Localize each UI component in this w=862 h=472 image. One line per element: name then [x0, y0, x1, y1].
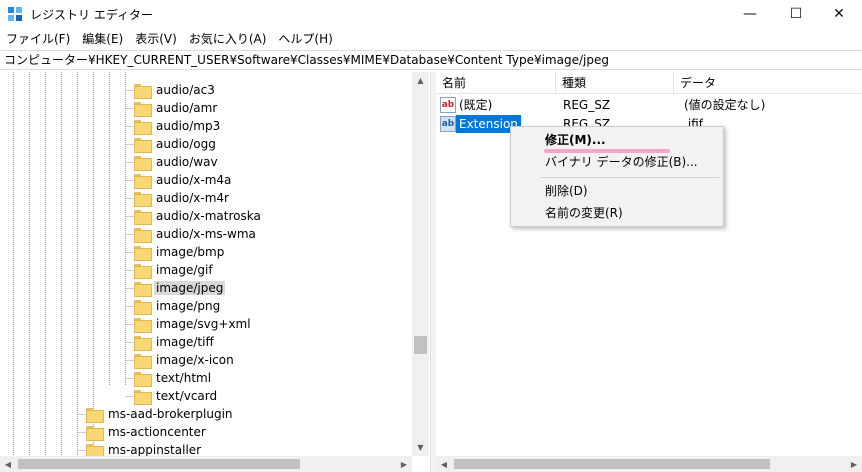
folder-icon [134, 245, 152, 261]
tree-node-image-x-icon[interactable]: image/x-icon [134, 351, 236, 369]
window-title: レジストリ エディター [30, 8, 153, 22]
context-menu-separator [541, 177, 719, 178]
folder-icon [134, 83, 152, 99]
close-icon: ✕ [833, 6, 845, 22]
value-name: (既定) [459, 98, 493, 112]
tree-node-audio-x-ms-wma[interactable]: audio/x-ms-wma [134, 225, 258, 243]
tree-horizontal-scrollbar[interactable]: ◀ ▶ [0, 456, 412, 472]
tree-node-image-png[interactable]: image/png [134, 297, 222, 315]
column-header-data[interactable]: データ [674, 72, 862, 94]
context-menu-modify[interactable]: 修正(M)... [511, 129, 723, 151]
scroll-left-icon[interactable]: ◀ [0, 456, 16, 472]
menu-file[interactable]: ファイル(F) [6, 30, 70, 47]
context-menu-modify-binary[interactable]: バイナリ データの修正(B)... [511, 151, 723, 173]
tree-node-image-jpeg[interactable]: image/jpeg [134, 279, 226, 297]
title-bar: レジストリ エディター — ☐ ✕ [0, 0, 862, 28]
folder-icon [134, 209, 152, 225]
context-menu: 修正(M)... バイナリ データの修正(B)... 削除(D) 名前の変更(R… [510, 126, 724, 227]
folder-icon [86, 425, 104, 441]
value-data: (値の設定なし) [684, 98, 766, 112]
tree-node-audio-mp3[interactable]: audio/mp3 [134, 117, 222, 135]
tree-vertical-scrollbar[interactable]: ▲ ▼ [412, 72, 429, 456]
value-type: REG_SZ [563, 98, 611, 112]
tree-node-image-bmp[interactable]: image/bmp [134, 243, 226, 261]
menu-edit[interactable]: 編集(E) [82, 30, 123, 47]
tree-node-ms-aad-brokerplugin[interactable]: ms-aad-brokerplugin [86, 405, 235, 423]
tree-node-audio-wav[interactable]: audio/wav [134, 153, 220, 171]
minimize-icon: — [743, 6, 757, 22]
scroll-up-icon[interactable]: ▲ [412, 72, 429, 89]
tree-node-audio-amr[interactable]: audio/amr [134, 99, 219, 117]
tree-node-audio-ac3[interactable]: audio/ac3 [134, 81, 217, 99]
close-button[interactable]: ✕ [816, 0, 862, 28]
folder-icon [134, 317, 152, 333]
annotation-underline [544, 149, 670, 153]
menu-bar: ファイル(F) 編集(E) 表示(V) お気に入り(A) ヘルプ(H) [0, 28, 862, 48]
list-header: 名前 種類 データ [436, 72, 862, 94]
tree-node-audio-ogg[interactable]: audio/ogg [134, 135, 218, 153]
scroll-right-icon[interactable]: ▶ [846, 456, 862, 472]
tree-node-audio-x-m4a[interactable]: audio/x-m4a [134, 171, 233, 189]
context-menu-delete[interactable]: 削除(D) [511, 180, 723, 202]
scroll-left-icon[interactable]: ◀ [436, 456, 452, 472]
address-bar[interactable]: コンピューター¥HKEY_CURRENT_USER¥Software¥Class… [0, 50, 862, 70]
list-horizontal-scroll-thumb[interactable] [454, 459, 770, 469]
string-value-icon: ab [440, 116, 456, 132]
minimize-button[interactable]: — [727, 0, 773, 28]
context-menu-rename[interactable]: 名前の変更(R) [511, 202, 723, 224]
list-horizontal-scrollbar[interactable]: ◀ ▶ [436, 456, 862, 472]
scroll-down-icon[interactable]: ▼ [412, 439, 429, 456]
registry-editor-icon [8, 7, 22, 21]
column-header-type[interactable]: 種類 [556, 72, 674, 94]
folder-icon [134, 263, 152, 279]
menu-favorites[interactable]: お気に入り(A) [189, 30, 267, 47]
menu-help[interactable]: ヘルプ(H) [278, 30, 332, 47]
folder-icon [134, 281, 152, 297]
tree-node-image-gif[interactable]: image/gif [134, 261, 215, 279]
folder-icon [134, 353, 152, 369]
folder-icon [134, 173, 152, 189]
folder-icon [134, 335, 152, 351]
column-header-name[interactable]: 名前 [436, 72, 556, 94]
folder-icon [134, 371, 152, 387]
folder-icon [86, 407, 104, 423]
tree-vertical-scroll-thumb[interactable] [414, 336, 427, 354]
folder-icon [134, 191, 152, 207]
folder-icon [134, 155, 152, 171]
tree-node-audio-x-m4r[interactable]: audio/x-m4r [134, 189, 231, 207]
tree-node-ms-actioncenter[interactable]: ms-actioncenter [86, 423, 208, 441]
folder-icon [134, 227, 152, 243]
tree-horizontal-scroll-thumb[interactable] [18, 459, 300, 469]
folder-icon [134, 389, 152, 405]
maximize-icon: ☐ [789, 6, 803, 22]
folder-icon [86, 443, 104, 459]
tree-node-text-html[interactable]: text/html [134, 369, 213, 387]
value-row-default[interactable]: ab (既定) REG_SZ (値の設定なし) [436, 96, 862, 114]
tree-node-image-tiff[interactable]: image/tiff [134, 333, 216, 351]
folder-icon [134, 119, 152, 135]
folder-icon [134, 101, 152, 117]
tree-node-text-vcard[interactable]: text/vcard [134, 387, 219, 405]
folder-icon [134, 299, 152, 315]
scroll-right-icon[interactable]: ▶ [396, 456, 412, 472]
maximize-button[interactable]: ☐ [773, 0, 819, 28]
tree-node-audio-x-matroska[interactable]: audio/x-matroska [134, 207, 263, 225]
menu-view[interactable]: 表示(V) [135, 30, 177, 47]
string-value-icon: ab [440, 97, 456, 113]
folder-icon [134, 137, 152, 153]
key-tree-pane[interactable]: audio/ac3 audio/amr audio/mp3 audio/ogg … [0, 72, 430, 472]
tree-node-image-svg-xml[interactable]: image/svg+xml [134, 315, 253, 333]
